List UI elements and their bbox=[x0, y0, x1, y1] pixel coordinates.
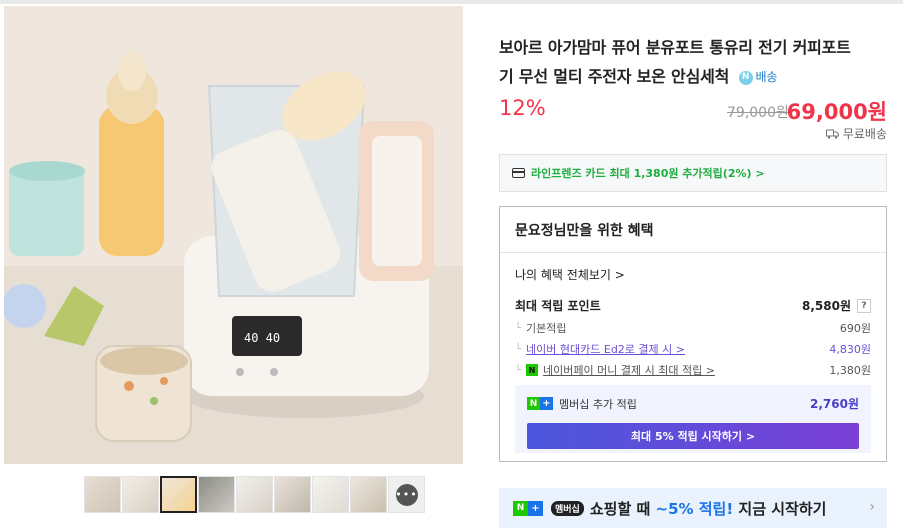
naverpay-icon: N bbox=[526, 364, 539, 376]
sale-price: 69,000원 bbox=[786, 100, 887, 124]
benefit-title: 문요정님만을 위한 혜택 bbox=[515, 223, 654, 239]
npay-money-link[interactable]: 네이버페이 머니 결제 시 최대 적립 > bbox=[543, 362, 715, 378]
membership-section: N + 멤버십 추가 적립 2,760원 최대 5% 적립 시작하기 > bbox=[515, 385, 871, 453]
hyundai-card-row: └ 네이버 현대카드 Ed2로 결제 시 > 4,830원 bbox=[515, 341, 871, 357]
basic-points-row: └ 기본적립 690원 bbox=[515, 320, 871, 336]
membership-row: N + 멤버십 추가 적립 2,760원 bbox=[527, 395, 859, 412]
membership-value: 2,760원 bbox=[810, 397, 859, 411]
chevron-right-icon: › bbox=[869, 499, 875, 515]
branch-icon: └ bbox=[515, 364, 522, 376]
card-promo-text: 라인프렌즈 카드 최대 1,380원 추가적립(2%) > bbox=[531, 167, 765, 180]
max-points-label: 최대 적립 포인트 bbox=[515, 299, 601, 313]
discount-rate: 12% bbox=[499, 96, 546, 120]
thumbnail-7[interactable] bbox=[312, 476, 349, 513]
svg-text:40 40: 40 40 bbox=[244, 331, 280, 345]
hyundai-card-value: 4,830원 bbox=[829, 343, 871, 356]
product-title-line2: 기 무선 멀티 주전자 보온 안심세척 bbox=[499, 67, 730, 86]
truck-icon bbox=[825, 129, 839, 139]
membership-start-button[interactable]: 최대 5% 적립 시작하기 > bbox=[527, 423, 859, 449]
branch-icon: └ bbox=[515, 343, 522, 355]
benefit-box: 문요정님만을 위한 혜택 나의 혜택 전체보기 > 최대 적립 포인트 8,58… bbox=[499, 206, 887, 462]
npay-money-row: └ N 네이버페이 머니 결제 시 최대 적립 > 1,380원 bbox=[515, 362, 871, 378]
branch-icon: └ bbox=[515, 322, 522, 334]
shipping-label: 무료배송 bbox=[842, 127, 887, 141]
product-title: 보아르 아가맘마 퓨어 분유포트 통유리 전기 커피포트 기 무선 멀티 주전자… bbox=[499, 33, 887, 92]
membership-label: 멤버십 추가 적립 bbox=[559, 397, 637, 411]
naver-plus-icon: N + bbox=[527, 397, 553, 410]
hyundai-card-link[interactable]: 네이버 현대카드 Ed2로 결제 시 > bbox=[526, 341, 685, 357]
top-divider bbox=[0, 0, 903, 4]
basic-points-value: 690원 bbox=[839, 322, 871, 335]
more-icon: ••• bbox=[395, 483, 418, 506]
max-points-value: 8,580원 bbox=[802, 299, 851, 313]
thumbnail-2[interactable] bbox=[122, 476, 159, 513]
basic-points-label: 기본적립 bbox=[526, 322, 567, 335]
product-page: 40 40 ••• 보아르 아가맘마 퓨어 분유포트 통유리 전기 커피포트 기… bbox=[0, 0, 903, 531]
product-main-image[interactable]: 40 40 bbox=[4, 6, 463, 464]
help-icon[interactable]: ? bbox=[857, 298, 871, 313]
thumbnail-more[interactable]: ••• bbox=[388, 476, 425, 513]
thumbnail-1[interactable] bbox=[84, 476, 121, 513]
original-price: 79,000원 bbox=[727, 105, 789, 121]
product-title-line1: 보아르 아가맘마 퓨어 분유포트 통유리 전기 커피포트 bbox=[499, 38, 851, 57]
shipping-info: 무료배송 bbox=[825, 125, 887, 142]
thumbnail-6[interactable] bbox=[274, 476, 311, 513]
membership-tag: 멤버십 bbox=[551, 500, 584, 516]
naver-delivery-badge: N 배송 bbox=[738, 63, 778, 92]
delivery-badge-label: 배송 bbox=[755, 70, 778, 84]
npay-money-value: 1,380원 bbox=[829, 364, 871, 377]
thumbnail-5[interactable] bbox=[236, 476, 273, 513]
banner-text: 쇼핑할 때 ~5% 적립! 지금 시작하기 bbox=[589, 499, 827, 518]
membership-banner[interactable]: N + 멤버십 쇼핑할 때 ~5% 적립! 지금 시작하기 › bbox=[499, 488, 887, 528]
product-photo-illustration: 40 40 bbox=[4, 6, 463, 464]
view-all-benefits-link[interactable]: 나의 혜택 전체보기 > bbox=[515, 266, 625, 283]
thumbnail-strip: ••• bbox=[84, 476, 425, 513]
card-promo-bar[interactable]: 라인프렌즈 카드 최대 1,380원 추가적립(2%) > bbox=[499, 154, 887, 192]
thumbnail-3-selected[interactable] bbox=[160, 476, 197, 513]
credit-card-icon bbox=[512, 168, 525, 178]
benefit-divider bbox=[500, 252, 886, 253]
max-points-row: 최대 적립 포인트 8,580원 ? bbox=[515, 297, 871, 314]
naver-delivery-icon: N bbox=[738, 70, 753, 85]
thumbnail-4[interactable] bbox=[198, 476, 235, 513]
naver-plus-icon: N + bbox=[513, 500, 543, 516]
thumbnail-8[interactable] bbox=[350, 476, 387, 513]
